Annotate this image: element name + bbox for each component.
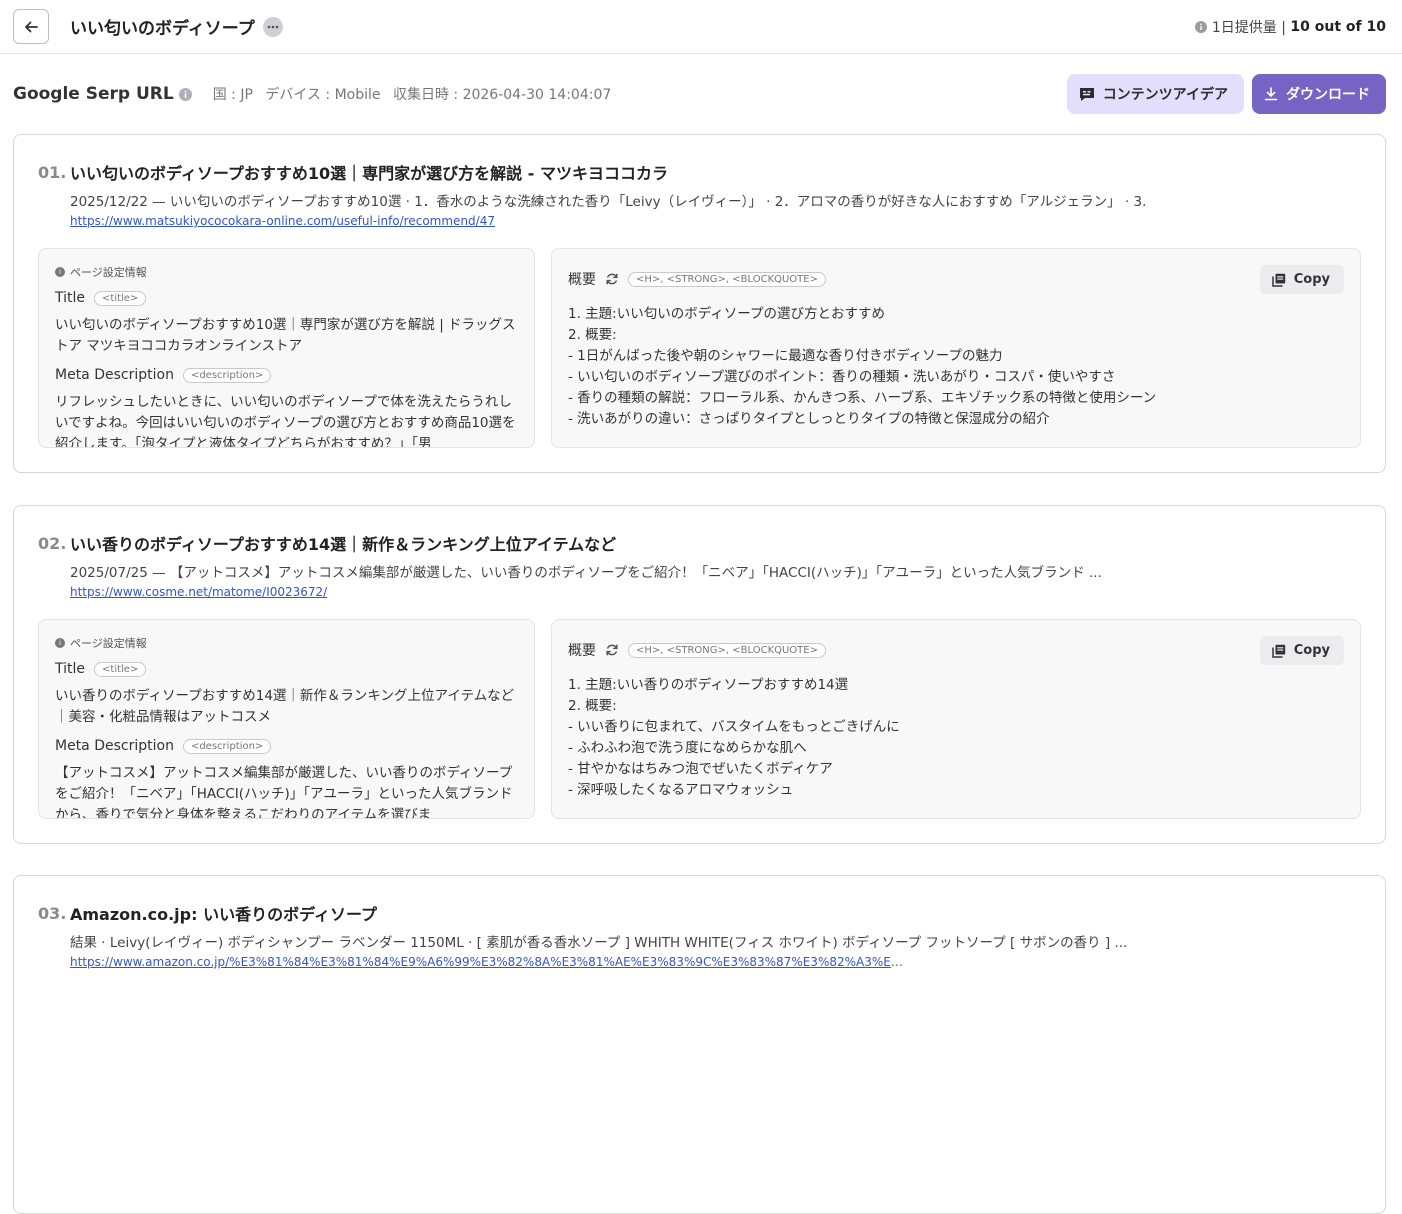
- summary-label: 概要: [568, 643, 596, 659]
- serp-country: 国 : JP: [212, 87, 253, 103]
- more-options-button[interactable]: [262, 16, 283, 37]
- result-title: Amazon.co.jp: いい香りのボディソープ: [70, 905, 378, 924]
- download-label: ダウンロード: [1286, 87, 1370, 103]
- page-title: いい匂いのボディソープ: [70, 19, 255, 39]
- title-tag-badge: <title>: [94, 661, 147, 677]
- result-url-link[interactable]: https://www.matsukiyococokara-online.com…: [70, 214, 910, 228]
- summary-body: 1. 主題:いい香りのボディソープおすすめ14選 2. 概要: - いい香りに包…: [568, 675, 1344, 801]
- summary-line: 2. 概要:: [568, 698, 617, 714]
- meta-description-value: リフレッシュしたいときに、いい匂いのボディソープで体を洗えたらうれしいですよね。…: [55, 394, 516, 448]
- result-card: 03. Amazon.co.jp: いい香りのボディソープ 結果 · Leivy…: [13, 875, 1386, 1214]
- summary-line: 1. 主題:いい匂いのボディソープの選び方とおすすめ: [568, 306, 885, 322]
- serp-meta: 国 : JP デバイス : Mobile 収集日時 : 2026-04-30 1…: [213, 84, 620, 104]
- quota-label: 1日提供量 |: [1211, 19, 1286, 36]
- page-settings-panel: i ページ設定情報 Title <title> いい香りのボディソープおすすめ14選…: [38, 619, 535, 819]
- summary-panel: 概要 <H>, <STRONG>, <BLOCKQUOTE> Copy 1. 主…: [551, 248, 1361, 448]
- daily-quota: 1日提供量 | 10 out of 10: [1194, 17, 1386, 37]
- info-icon[interactable]: [178, 87, 192, 101]
- summary-line: - 甘やかなはちみつ泡でぜいたくボディケア: [568, 761, 833, 777]
- summary-line: - 深呼吸したくなるアロマウォッシュ: [568, 782, 794, 798]
- result-card: 01. いい匂いのボディソープおすすめ10選｜専門家が選び方を解説 - マツキヨ…: [13, 134, 1386, 473]
- result-snippet: 結果 · Leivy(レイヴィー) ボディシャンプー ラベンダー 1150ML …: [70, 935, 1128, 951]
- meta-field-label: Meta Description <description>: [55, 738, 518, 754]
- result-url-link[interactable]: https://www.amazon.co.jp/%E3%81%84%E3%81…: [70, 955, 910, 969]
- result-card: 02. いい香りのボディソープおすすめ14選｜新作＆ランキング上位アイテムなど …: [13, 505, 1386, 844]
- summary-tags-badge: <H>, <STRONG>, <BLOCKQUOTE>: [628, 642, 826, 658]
- result-title: いい匂いのボディソープおすすめ10選｜専門家が選び方を解説 - マツキヨココカラ: [70, 164, 668, 183]
- summary-tags-badge: <H>, <STRONG>, <BLOCKQUOTE>: [628, 271, 826, 287]
- page-settings-panel: i ページ設定情報 Title <title> いい匂いのボディソープおすすめ10選…: [38, 248, 535, 448]
- more-horizontal-icon: [267, 25, 279, 28]
- content-idea-label: コンテンツアイデア: [1102, 87, 1228, 103]
- summary-line: 1. 主題:いい香りのボディソープおすすめ14選: [568, 677, 849, 693]
- page-title-value: いい香りのボディソープおすすめ14選｜新作＆ランキング上位アイテムなど｜美容・化…: [55, 688, 515, 725]
- summary-label: 概要: [568, 272, 596, 288]
- summary-line: 2. 概要:: [568, 327, 617, 343]
- refresh-icon[interactable]: [605, 272, 619, 286]
- summary-line: - いい香りに包まれて、バスタイムをもっとごきげんに: [568, 719, 900, 735]
- serp-device: デバイス : Mobile: [265, 87, 381, 103]
- copy-button[interactable]: Copy: [1259, 265, 1344, 294]
- copy-icon: [1271, 644, 1285, 658]
- download-icon: [1264, 87, 1278, 101]
- page-info-heading: i ページ設定情報: [55, 264, 518, 280]
- copy-button[interactable]: Copy: [1259, 636, 1344, 665]
- page-title-value: いい匂いのボディソープおすすめ10選｜専門家が選び方を解説 | ドラッグストア …: [55, 317, 516, 354]
- title-field-label: Title <title>: [55, 661, 518, 677]
- info-icon: i: [55, 267, 65, 277]
- description-tag-badge: <description>: [182, 367, 272, 383]
- summary-panel: 概要 <H>, <STRONG>, <BLOCKQUOTE> Copy 1. 主…: [551, 619, 1361, 819]
- top-bar: いい匂いのボディソープ 1日提供量 | 10 out of 10: [0, 0, 1402, 54]
- result-rank: 01.: [38, 163, 67, 182]
- summary-line: - 洗いあがりの違い：さっぱりタイプとしっとりタイプの特徴と保湿成分の紹介: [568, 411, 1050, 427]
- result-rank: 03.: [38, 904, 67, 923]
- serp-title: Google Serp URL: [13, 84, 174, 104]
- summary-body: 1. 主題:いい匂いのボディソープの選び方とおすすめ 2. 概要: - 1日がん…: [568, 304, 1344, 430]
- summary-line: - 香りの種類の解説：フローラル系、かんきつ系、ハーブ系、エキゾチック系の特徴と…: [568, 390, 1157, 406]
- page-info-heading: i ページ設定情報: [55, 635, 518, 651]
- meta-description-value: 【アットコスメ】アットコスメ編集部が厳選した、いい香りのボディソープをご紹介！「…: [55, 765, 513, 819]
- download-button[interactable]: ダウンロード: [1252, 74, 1386, 114]
- summary-line: - ふわふわ泡で洗う度になめらかな肌へ: [568, 740, 807, 756]
- title-field-label: Title <title>: [55, 290, 518, 306]
- result-title: いい香りのボディソープおすすめ14選｜新作＆ランキング上位アイテムなど: [70, 535, 617, 554]
- arrow-left-icon: [25, 21, 38, 32]
- summary-line: - いい匂いのボディソープ選びのポイント：香りの種類・洗いあがり・コスパ・使いや…: [568, 369, 1116, 385]
- message-idea-icon: [1079, 87, 1094, 101]
- back-button[interactable]: [13, 9, 49, 44]
- description-tag-badge: <description>: [182, 738, 272, 754]
- refresh-icon[interactable]: [605, 643, 619, 657]
- result-url-link[interactable]: https://www.cosme.net/matome/I0023672/: [70, 585, 910, 599]
- copy-icon: [1271, 273, 1285, 287]
- serp-header: Google Serp URL 国 : JP デバイス : Mobile 収集日…: [0, 54, 1402, 134]
- result-rank: 02.: [38, 534, 67, 553]
- info-icon: i: [55, 638, 65, 648]
- meta-field-label: Meta Description <description>: [55, 367, 518, 383]
- title-tag-badge: <title>: [94, 290, 147, 306]
- serp-collected-at: 収集日時 : 2026-04-30 14:04:07: [392, 87, 612, 103]
- content-idea-button[interactable]: コンテンツアイデア: [1066, 74, 1244, 114]
- result-snippet: 2025/07/25 — 【アットコスメ】アットコスメ編集部が厳選した、いい香り…: [70, 565, 1102, 581]
- quota-value: 10 out of 10: [1290, 18, 1386, 35]
- info-icon: [1194, 20, 1207, 33]
- result-snippet: 2025/12/22 — いい匂いのボディソープおすすめ10選 · 1．香水のよ…: [70, 194, 1147, 210]
- summary-line: - 1日がんばった後や朝のシャワーに最適な香り付きボディソープの魅力: [568, 348, 1003, 364]
